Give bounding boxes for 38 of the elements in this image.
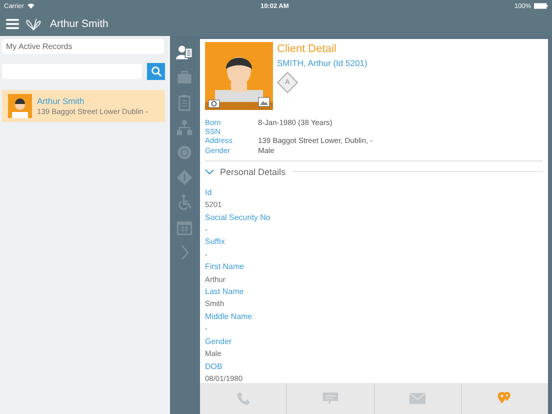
field-label: Suffix bbox=[205, 236, 226, 248]
field-label: Gender bbox=[205, 336, 233, 348]
field-label: Social Security No bbox=[205, 212, 272, 224]
calendar-icon bbox=[176, 219, 192, 236]
header-title: Arthur Smith bbox=[50, 18, 108, 30]
search-button[interactable] bbox=[147, 63, 165, 80]
search-icon bbox=[150, 66, 162, 77]
field-label: Last Name bbox=[205, 286, 245, 298]
person-list-icon bbox=[176, 44, 192, 61]
rail-tab[interactable] bbox=[176, 44, 192, 61]
phone-icon bbox=[234, 391, 252, 406]
field-label: First Name bbox=[205, 261, 246, 274]
avatar-picture bbox=[205, 42, 273, 110]
menu-icon[interactable] bbox=[6, 19, 19, 29]
wheelchair-icon bbox=[176, 194, 192, 211]
chat-bubble-icon bbox=[322, 391, 339, 406]
client-name-link[interactable]: SMITH, Arthur (Id 5201) bbox=[277, 58, 368, 68]
record-name: Arthur Smith bbox=[37, 96, 86, 106]
field-label: Id bbox=[205, 186, 213, 199]
briefcase-icon bbox=[176, 69, 192, 86]
wifi-icon bbox=[26, 3, 35, 9]
mail-icon bbox=[409, 391, 426, 406]
battery-icon bbox=[534, 3, 548, 9]
field-label: DOB bbox=[205, 360, 224, 372]
field-label: Middle Name bbox=[205, 310, 254, 323]
records-filter-dropdown[interactable]: My Active Records bbox=[2, 39, 164, 54]
client-detail-title: Client Detail bbox=[277, 43, 338, 55]
section-title: Personal Details bbox=[220, 166, 286, 177]
camera-icon[interactable] bbox=[208, 98, 220, 108]
map-pins-icon bbox=[496, 391, 514, 406]
org-chart-icon bbox=[176, 119, 192, 136]
image-icon[interactable] bbox=[258, 97, 270, 107]
badge-icon bbox=[176, 144, 192, 161]
chevron-down-icon bbox=[205, 168, 214, 175]
avatar-icon bbox=[8, 94, 32, 118]
diamond-icon bbox=[176, 169, 192, 186]
clipboard-icon bbox=[176, 94, 192, 111]
section-header[interactable]: Personal Details bbox=[205, 166, 543, 177]
